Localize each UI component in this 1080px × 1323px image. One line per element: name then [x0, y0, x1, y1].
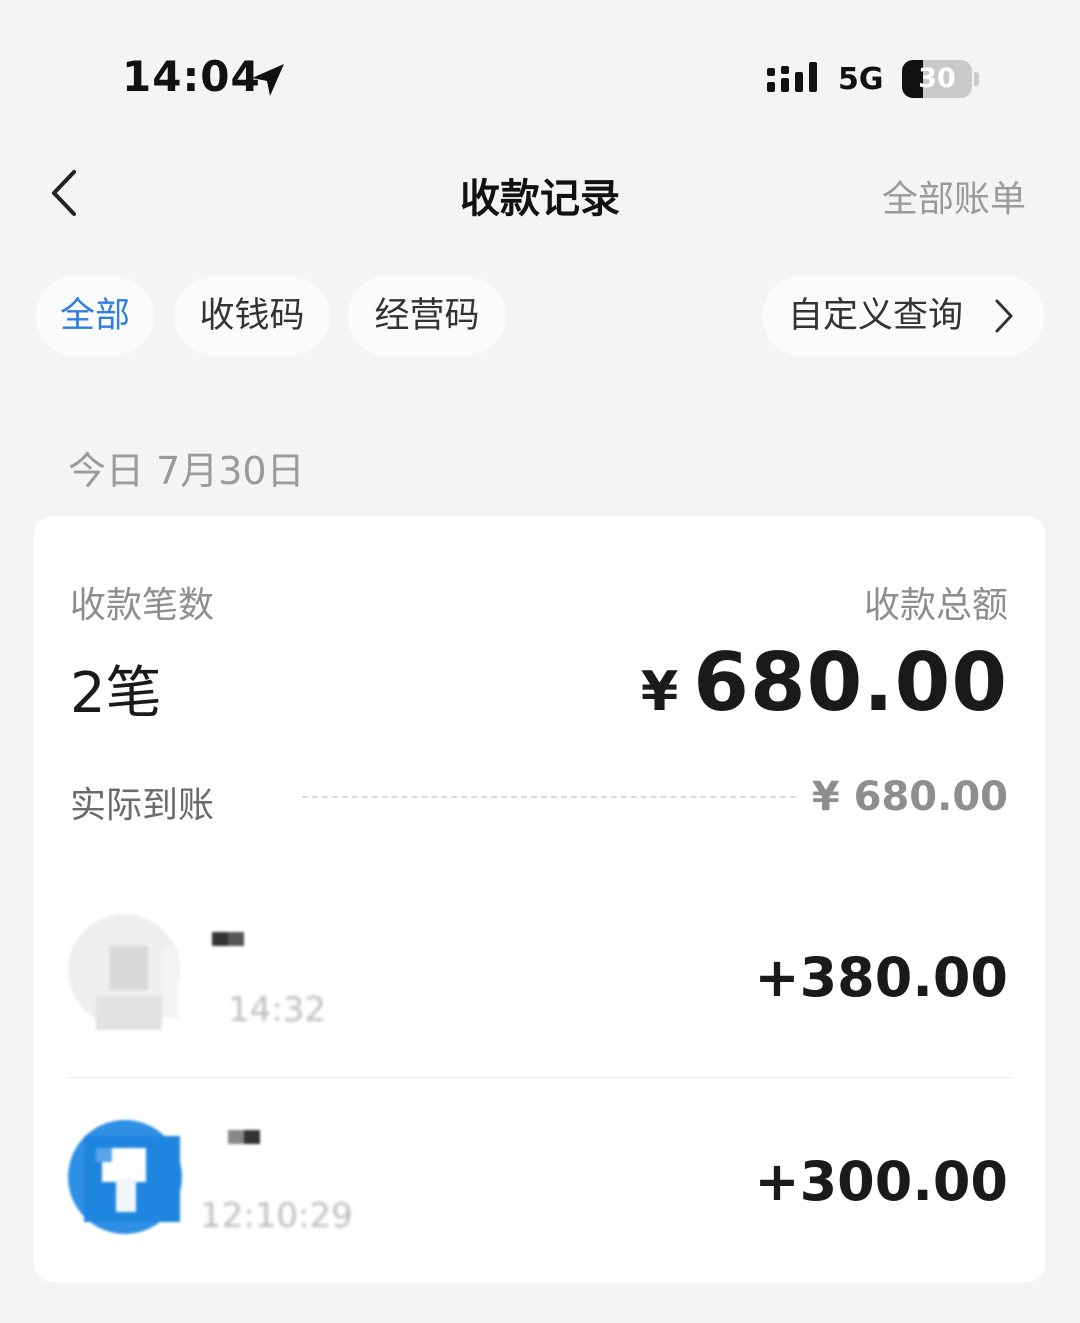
custom-query-button[interactable]: 自定义查询: [762, 276, 1044, 356]
row-divider: [68, 1077, 1012, 1078]
all-bills-link[interactable]: 全部账单: [882, 170, 1026, 222]
net-received-value: ¥ 680.00: [811, 774, 1008, 820]
total-amount: ¥680.00: [641, 636, 1008, 729]
tab-all[interactable]: 全部: [36, 276, 154, 356]
battery-icon: 30: [902, 60, 980, 98]
currency-symbol: ¥: [640, 660, 680, 723]
payer-name-redacted: [228, 1130, 260, 1144]
status-time: 14:04: [122, 52, 261, 101]
tab-payment-code[interactable]: 收钱码: [174, 276, 330, 356]
net-received-label: 实际到账: [70, 785, 215, 826]
transaction-time: 12:10:29: [200, 1196, 353, 1236]
count-value: 2笔: [70, 661, 162, 726]
battery-level: 30: [918, 63, 956, 94]
chevron-right-icon: [995, 299, 1013, 333]
transaction-amount[interactable]: +380.00: [754, 946, 1008, 1009]
payer-avatar[interactable]: [66, 912, 182, 1032]
transaction-amount[interactable]: +300.00: [754, 1150, 1008, 1213]
network-type: 5G: [838, 62, 884, 97]
dashed-divider: [302, 796, 796, 798]
total-amount-value: 680.00: [693, 636, 1008, 729]
location-arrow-icon: [252, 64, 284, 96]
total-label: 收款总额: [863, 585, 1008, 626]
tab-business-code[interactable]: 经营码: [348, 276, 506, 356]
date-header: 今日 7月30日: [68, 449, 305, 493]
payer-avatar[interactable]: [66, 1118, 184, 1236]
transaction-time: 14:32: [228, 990, 326, 1030]
payer-name-redacted: [212, 932, 244, 946]
signal-icon: [767, 62, 817, 92]
custom-query-label: 自定义查询: [788, 296, 964, 336]
count-label: 收款笔数: [70, 585, 215, 626]
